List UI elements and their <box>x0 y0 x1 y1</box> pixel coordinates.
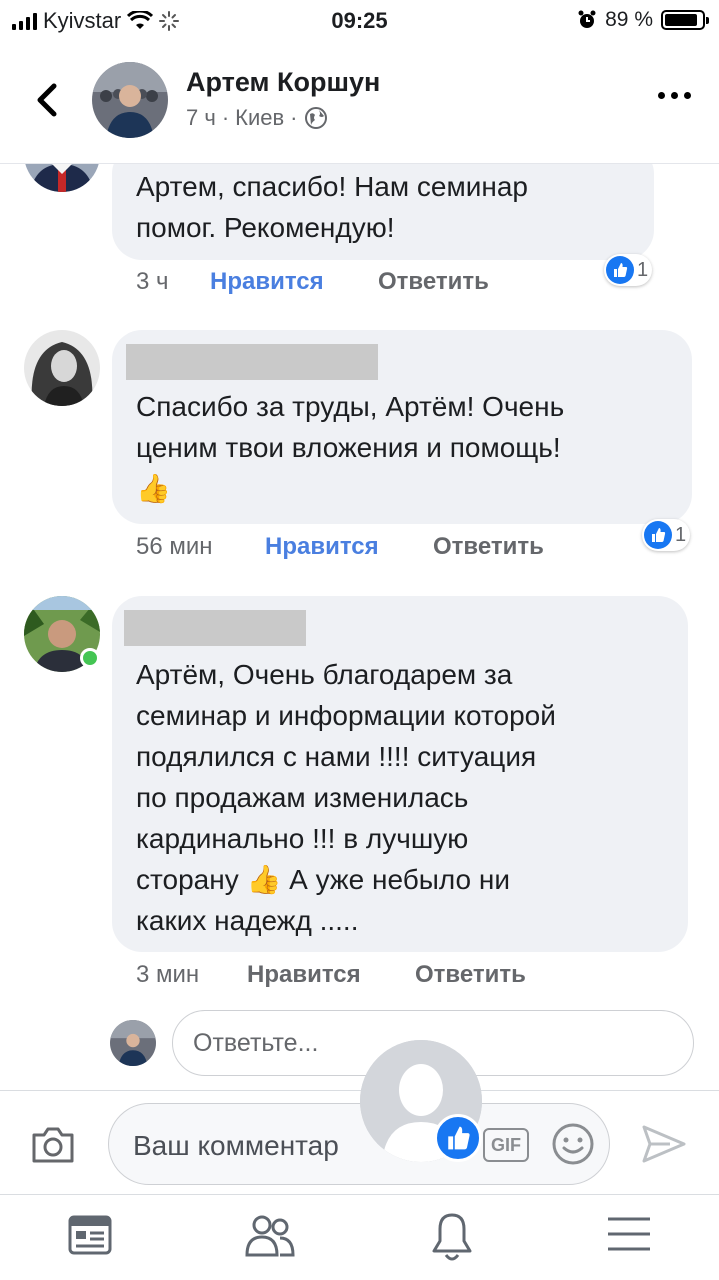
comment-text-line: помог. Рекомендую! <box>136 212 395 243</box>
friends-icon <box>245 1215 295 1257</box>
reaction-badge[interactable]: 1 <box>642 519 691 551</box>
like-reaction-icon <box>606 256 634 284</box>
gif-button[interactable]: GIF <box>483 1128 529 1162</box>
chat-head-like-icon <box>434 1114 482 1162</box>
like-link[interactable]: Нравится <box>265 533 433 561</box>
globe-icon <box>304 107 327 129</box>
more-options-button[interactable] <box>658 92 691 99</box>
post-location: Киев <box>235 105 285 130</box>
author-avatar[interactable] <box>92 62 168 138</box>
notifications-bell-icon <box>432 1213 472 1261</box>
reaction-count: 1 <box>637 258 649 281</box>
comment-text-line: кардинально !!! в лучшую <box>136 823 469 854</box>
comment-bubble[interactable]: Артем, спасибо! Нам семинар помог. Реком… <box>112 164 654 260</box>
commenter-avatar[interactable] <box>24 164 100 192</box>
menu-icon <box>608 1217 650 1251</box>
bottom-tab-bar <box>0 1194 719 1280</box>
like-link[interactable]: Нравится <box>247 961 415 989</box>
alarm-icon <box>578 10 596 28</box>
commenter-avatar[interactable] <box>24 330 100 406</box>
send-icon[interactable] <box>640 1123 688 1165</box>
comment-actions: 56 мин Нравится Ответить <box>136 533 544 561</box>
like-reaction-icon <box>644 521 672 549</box>
thumbs-up-emoji: 👍 <box>246 864 282 895</box>
online-status-dot <box>80 648 100 668</box>
comment-text-line: сторану 👍 А уже небыло ни <box>136 859 688 900</box>
comment-text-line: Спасибо за труды, Артём! Очень <box>136 391 565 422</box>
back-button[interactable] <box>28 80 68 120</box>
comment-text-line: каких надежд ..... <box>136 905 359 936</box>
tab-news-feed[interactable] <box>66 1211 118 1263</box>
tab-friends[interactable] <box>244 1211 296 1263</box>
like-link[interactable]: Нравится <box>210 268 378 296</box>
comments-list: Артем, спасибо! Нам семинар помог. Реком… <box>0 164 719 1090</box>
tab-menu[interactable] <box>606 1211 658 1263</box>
reaction-count: 1 <box>675 523 687 546</box>
reaction-badge[interactable]: 1 <box>604 254 653 286</box>
meta-separator: · <box>221 105 230 130</box>
post-time: 7 ч <box>186 105 216 130</box>
redacted-commenter-name <box>126 344 378 380</box>
chevron-left-icon <box>37 83 57 117</box>
post-meta: 7 ч · Киев · <box>186 105 328 131</box>
comment-time: 56 мин <box>136 533 213 560</box>
comment-actions: 3 мин Нравится Ответить <box>136 961 526 989</box>
reply-link[interactable]: Ответить <box>433 533 544 561</box>
status-bar: Kyivstar 09:25 89 % <box>0 0 719 40</box>
comment-input[interactable]: Ваш комментар GIF <box>108 1103 610 1185</box>
tab-notifications[interactable] <box>428 1211 480 1263</box>
comment-bubble[interactable]: Спасибо за труды, Артём! Очень ценим тво… <box>112 330 692 524</box>
camera-icon[interactable] <box>30 1125 76 1165</box>
comment-time: 3 ч <box>136 268 169 295</box>
comment-text-line: Артем, спасибо! Нам семинар <box>136 171 528 202</box>
comment-time: 3 мин <box>136 961 200 988</box>
comment-text-fragment: сторану <box>136 864 239 895</box>
comment-text-fragment: А уже небыло ни <box>289 864 510 895</box>
comment-text-line: по продажам изменилась <box>136 782 469 813</box>
news-feed-icon <box>68 1215 112 1255</box>
author-name[interactable]: Артем Коршун <box>186 67 380 98</box>
battery-icon <box>661 10 709 30</box>
reply-link[interactable]: Ответить <box>415 961 526 989</box>
status-right: 89 % <box>577 8 709 32</box>
comment-text-line: семинар и информации которой <box>136 700 556 731</box>
comment-input-placeholder: Ваш комментар <box>133 1130 339 1161</box>
smiley-icon[interactable] <box>551 1122 595 1166</box>
redacted-commenter-name <box>124 610 306 646</box>
more-dots-icon <box>658 92 665 99</box>
post-header: Артем Коршун 7 ч · Киев · <box>0 40 719 164</box>
comment-actions: 3 ч Нравится Ответить <box>136 268 489 296</box>
comment-text-line: ценим твои вложения и помощь! <box>136 432 561 463</box>
comment-bubble[interactable]: Артём, Очень благодарем за семинар и инф… <box>112 596 688 952</box>
reply-link[interactable]: Ответить <box>378 268 489 296</box>
thumbs-up-emoji: 👍 <box>136 473 171 504</box>
meta-separator: · <box>290 105 298 130</box>
battery-percent: 89 % <box>605 8 653 31</box>
comment-text-line: Артём, Очень благодарем за <box>136 659 513 690</box>
my-avatar <box>110 1020 156 1066</box>
comment-text-line: подялился с нами !!!! ситуация <box>136 741 537 772</box>
